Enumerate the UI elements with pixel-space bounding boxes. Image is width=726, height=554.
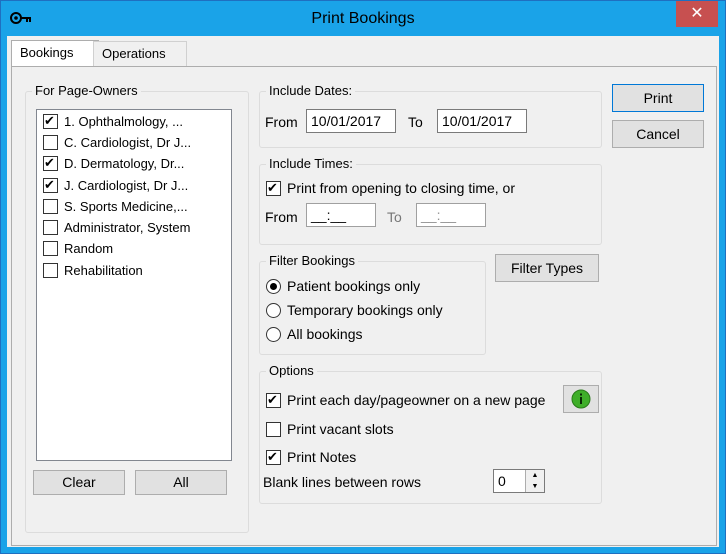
page-owners-list[interactable]: 1. Ophthalmology, ... C. Cardiologist, D…: [36, 109, 232, 461]
time-from-label: From: [265, 209, 298, 225]
info-icon: [571, 389, 591, 409]
tab-bookings[interactable]: Bookings: [11, 40, 99, 67]
include-dates-group: Include Dates: From 10/01/2017 To 10/01/…: [259, 83, 602, 148]
title-bar[interactable]: Print Bookings ✕: [1, 1, 725, 36]
list-item-label: D. Dermatology, Dr...: [64, 156, 185, 171]
tab-operations-label: Operations: [102, 46, 166, 61]
list-item-label: Rehabilitation: [64, 263, 143, 278]
list-item-label: J. Cardiologist, Dr J...: [64, 178, 189, 193]
list-item[interactable]: 1. Ophthalmology, ...: [43, 111, 183, 132]
list-item-label: Administrator, System: [64, 220, 191, 235]
checkbox[interactable]: [43, 263, 58, 279]
checkbox[interactable]: [43, 199, 58, 215]
dialog-client-area: Bookings Operations For Page-Owners 1. O…: [7, 36, 719, 547]
list-item-label: 1. Ophthalmology, ...: [64, 114, 183, 129]
date-from-field[interactable]: 10/01/2017: [306, 109, 396, 133]
time-from-field[interactable]: __:__: [306, 203, 376, 227]
window-title: Print Bookings: [311, 10, 415, 27]
time-to-label: To: [387, 209, 402, 225]
temporary-bookings-option[interactable]: Temporary bookings only: [266, 300, 443, 320]
list-item[interactable]: Rehabilitation: [43, 261, 143, 281]
list-item[interactable]: Random: [43, 239, 113, 259]
list-item[interactable]: D. Dermatology, Dr...: [43, 153, 185, 174]
tab-bookings-label: Bookings: [20, 45, 74, 60]
page-owners-group: For Page-Owners 1. Ophthalmology, ... C.…: [25, 83, 249, 533]
patient-bookings-label: Patient bookings only: [287, 278, 421, 294]
list-item[interactable]: J. Cardiologist, Dr J...: [43, 175, 189, 196]
filter-bookings-legend: Filter Bookings: [266, 253, 358, 268]
date-from-label: From: [265, 114, 298, 130]
print-notes-checkbox[interactable]: [266, 447, 281, 467]
vacant-slots-checkbox[interactable]: [266, 421, 281, 437]
checkbox[interactable]: [43, 220, 58, 236]
radio[interactable]: [266, 278, 281, 294]
each-day-option[interactable]: Print each day/pageowner on a new page: [266, 390, 545, 410]
radio[interactable]: [266, 326, 281, 342]
close-icon: ✕: [690, 5, 704, 22]
list-item[interactable]: C. Cardiologist, Dr J...: [43, 133, 191, 153]
vacant-slots-label: Print vacant slots: [287, 421, 394, 437]
each-day-checkbox[interactable]: [266, 390, 281, 410]
page-owners-legend: For Page-Owners: [32, 83, 141, 98]
blank-lines-value: 0: [498, 473, 506, 489]
date-to-label: To: [408, 114, 423, 130]
opening-closing-option[interactable]: Print from opening to closing time, or: [266, 178, 515, 198]
list-item[interactable]: Administrator, System: [43, 218, 190, 238]
tab-strip: Bookings Operations: [7, 36, 719, 68]
include-times-group: Include Times: Print from opening to clo…: [259, 156, 602, 245]
cancel-button[interactable]: Cancel: [612, 120, 704, 148]
checkbox[interactable]: [43, 241, 58, 257]
each-day-label: Print each day/pageowner on a new page: [287, 392, 546, 408]
tab-operations[interactable]: Operations: [93, 41, 187, 66]
checkbox[interactable]: [43, 135, 58, 151]
checkbox[interactable]: [43, 175, 58, 195]
include-dates-legend: Include Dates:: [266, 83, 356, 98]
include-times-legend: Include Times:: [266, 156, 356, 171]
time-to-field[interactable]: __:__: [416, 203, 486, 227]
blank-lines-label: Blank lines between rows: [263, 474, 421, 490]
vacant-slots-option[interactable]: Print vacant slots: [266, 419, 394, 439]
print-button[interactable]: Print: [612, 84, 704, 112]
list-item-label: C. Cardiologist, Dr J...: [64, 135, 192, 150]
list-item-label: Random: [64, 241, 114, 256]
options-group: Options Print each day/pageowner on a ne…: [259, 363, 602, 504]
patient-bookings-option[interactable]: Patient bookings only: [266, 276, 420, 296]
list-item-label: S. Sports Medicine,...: [64, 199, 188, 214]
print-bookings-window: Print Bookings ✕ Bookings Operations For…: [0, 0, 726, 554]
info-button[interactable]: [563, 385, 599, 413]
print-notes-label: Print Notes: [287, 449, 357, 465]
filter-types-button[interactable]: Filter Types: [495, 254, 599, 282]
print-notes-option[interactable]: Print Notes: [266, 447, 356, 467]
close-button[interactable]: ✕: [676, 1, 718, 27]
options-legend: Options: [266, 363, 317, 378]
clear-button[interactable]: Clear: [33, 470, 125, 495]
bookings-tab-panel: For Page-Owners 1. Ophthalmology, ... C.…: [11, 66, 717, 546]
filter-bookings-group: Filter Bookings Patient bookings only Te…: [259, 253, 486, 355]
all-button[interactable]: All: [135, 470, 227, 495]
checkbox[interactable]: [43, 111, 58, 131]
checkbox[interactable]: [43, 153, 58, 173]
stepper-down-icon[interactable]: ▼: [525, 481, 544, 492]
temporary-bookings-label: Temporary bookings only: [287, 302, 443, 318]
all-bookings-label: All bookings: [287, 326, 363, 342]
all-bookings-option[interactable]: All bookings: [266, 324, 363, 344]
radio[interactable]: [266, 302, 281, 318]
blank-lines-stepper[interactable]: 0 ▲ ▼: [493, 469, 545, 493]
date-to-field[interactable]: 10/01/2017: [437, 109, 527, 133]
opening-closing-label: Print from opening to closing time, or: [287, 180, 515, 196]
list-item[interactable]: S. Sports Medicine,...: [43, 197, 188, 217]
opening-closing-checkbox[interactable]: [266, 178, 281, 198]
